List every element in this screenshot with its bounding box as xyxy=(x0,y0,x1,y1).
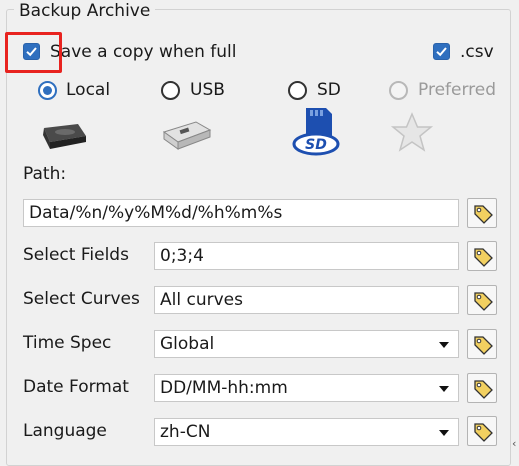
time-spec-select[interactable]: Global xyxy=(154,330,459,358)
select-curves-tag-button[interactable] xyxy=(467,285,497,315)
save-copy-label: Save a copy when full xyxy=(50,42,237,62)
time-spec-label: Time Spec xyxy=(23,333,112,353)
language-label: Language xyxy=(23,421,107,441)
radio-preferred xyxy=(389,81,408,100)
path-input[interactable]: Data/%n/%y%M%d/%h%m%s xyxy=(23,199,459,227)
csv-checkbox[interactable] xyxy=(433,43,450,60)
select-fields-label: Select Fields xyxy=(23,245,129,265)
radio-sd[interactable] xyxy=(288,81,307,100)
select-fields-tag-button[interactable] xyxy=(467,241,497,271)
tag-icon xyxy=(474,336,493,355)
language-tag-button[interactable] xyxy=(467,416,497,446)
radio-preferred-label: Preferred xyxy=(418,80,497,100)
radio-local-label: Local xyxy=(66,80,111,100)
date-format-tag-button[interactable] xyxy=(467,373,497,403)
usb-drive-icon xyxy=(162,121,212,150)
resize-grip-icon: ‹ xyxy=(512,437,517,450)
radio-sd-label: SD xyxy=(317,80,341,100)
select-fields-input[interactable]: 0;3;4 xyxy=(154,242,459,270)
tag-icon xyxy=(474,205,493,224)
radio-usb-label: USB xyxy=(190,80,225,100)
sd-card-icon: SD xyxy=(292,108,340,156)
tag-icon xyxy=(474,423,493,442)
csv-label: .csv xyxy=(460,42,494,62)
radio-local[interactable] xyxy=(38,81,57,100)
star-icon xyxy=(390,112,434,152)
tag-icon xyxy=(474,380,493,399)
select-curves-input[interactable]: All curves xyxy=(154,286,459,314)
radio-usb[interactable] xyxy=(161,81,180,100)
tag-icon xyxy=(474,292,493,311)
path-label: Path: xyxy=(23,164,67,184)
hard-drive-icon xyxy=(43,124,86,149)
highlight-box xyxy=(5,32,62,73)
group-title: Backup Archive xyxy=(14,0,156,22)
date-format-label: Date Format xyxy=(23,377,129,397)
time-spec-tag-button[interactable] xyxy=(467,329,497,359)
path-tag-button[interactable] xyxy=(467,198,497,228)
tag-icon xyxy=(474,248,493,267)
select-curves-label: Select Curves xyxy=(23,289,140,309)
svg-text:SD: SD xyxy=(305,137,327,153)
date-format-select[interactable]: DD/MM-hh:mm xyxy=(154,374,459,402)
language-select[interactable]: zh-CN xyxy=(154,418,459,446)
